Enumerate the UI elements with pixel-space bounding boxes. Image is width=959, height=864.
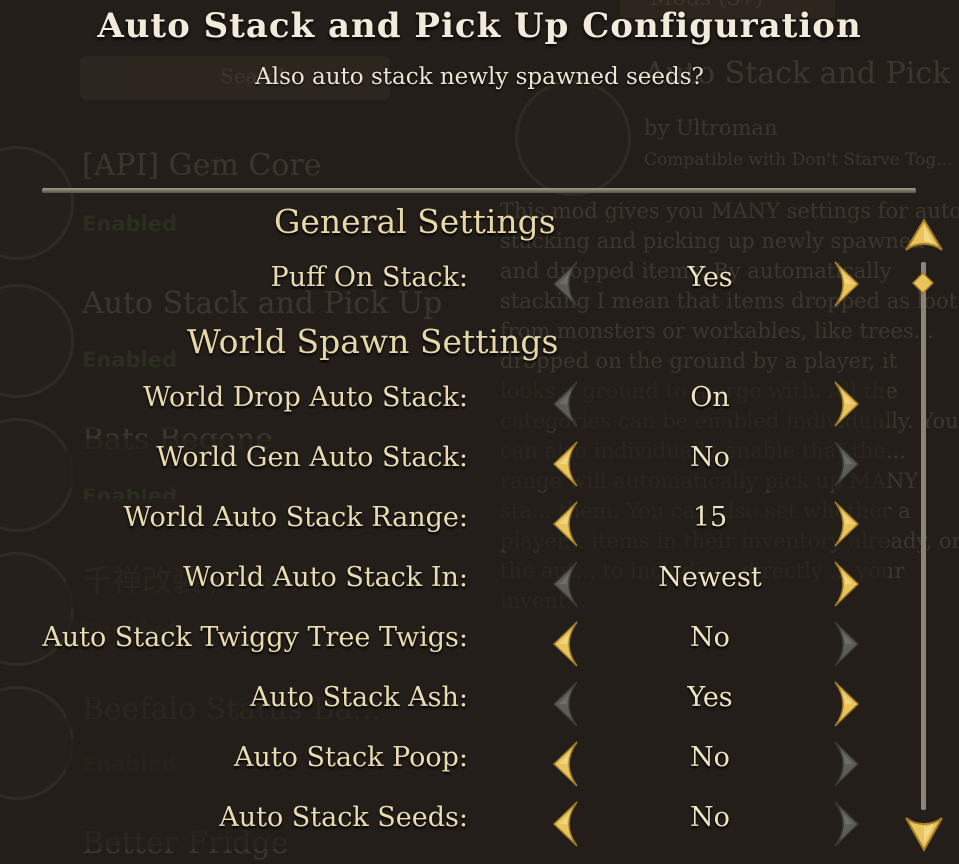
option-row: World Drop Auto Stack: On (0, 375, 900, 431)
chevron-up-icon (905, 218, 943, 251)
chevron-left-icon (552, 381, 578, 427)
chevron-left-icon (552, 561, 578, 607)
option-prev-button[interactable] (550, 439, 580, 489)
option-value: Newest (658, 562, 762, 593)
option-next-button[interactable] (832, 679, 862, 729)
chevron-right-icon (834, 501, 860, 547)
option-label: Auto Stack Ash: (250, 682, 468, 713)
option-row: World Gen Auto Stack: No (0, 435, 900, 491)
chevron-left-icon (552, 441, 578, 487)
chevron-right-icon (834, 561, 860, 607)
scrollbar-thumb[interactable] (911, 271, 935, 295)
chevron-right-icon (834, 441, 860, 487)
chevron-right-icon (834, 621, 860, 667)
option-value: No (690, 742, 730, 773)
option-row: World Auto Stack Range: 15 (0, 495, 900, 551)
option-label: Puff On Stack: (270, 262, 468, 293)
option-value: Yes (687, 682, 733, 713)
section-header-general: General Settings (274, 202, 556, 241)
option-label: World Auto Stack Range: (123, 502, 468, 533)
option-next-button[interactable] (832, 799, 862, 849)
option-prev-button[interactable] (550, 679, 580, 729)
chevron-right-icon (834, 801, 860, 847)
dialog-title: Auto Stack and Pick Up Configuration (97, 6, 862, 46)
scroll-up-button[interactable] (904, 218, 944, 256)
option-prev-button[interactable] (550, 499, 580, 549)
option-label: World Auto Stack In: (183, 562, 468, 593)
chevron-left-icon (552, 501, 578, 547)
chevron-down-icon (905, 817, 943, 853)
option-label: World Gen Auto Stack: (156, 442, 468, 473)
chevron-right-icon (834, 741, 860, 787)
option-row: Auto Stack Twiggy Tree Twigs: No (0, 615, 900, 671)
chevron-right-icon (834, 681, 860, 727)
option-value: 15 (692, 502, 728, 533)
option-row: Auto Stack Poop: No (0, 735, 900, 791)
section-header-world-spawn: World Spawn Settings (187, 322, 559, 361)
scrollbar-track[interactable] (921, 262, 926, 810)
option-row: Auto Stack Ash: Yes (0, 675, 900, 731)
option-value: On (690, 382, 730, 413)
option-value: No (690, 802, 730, 833)
option-prev-button[interactable] (550, 379, 580, 429)
chevron-left-icon (552, 261, 578, 307)
header-divider (42, 188, 916, 193)
chevron-right-icon (834, 381, 860, 427)
option-prev-button[interactable] (550, 739, 580, 789)
option-next-button[interactable] (832, 739, 862, 789)
chevron-left-icon (552, 741, 578, 787)
option-next-button[interactable] (832, 559, 862, 609)
option-next-button[interactable] (832, 619, 862, 669)
option-row: Auto Stack Seeds: No (0, 795, 900, 851)
option-hover-description: Also auto stack newly spawned seeds? (255, 64, 704, 90)
option-next-button[interactable] (832, 379, 862, 429)
option-label: World Drop Auto Stack: (143, 382, 468, 413)
option-row: Puff On Stack: Yes (0, 255, 900, 311)
option-prev-button[interactable] (550, 799, 580, 849)
option-next-button[interactable] (832, 439, 862, 489)
chevron-right-icon (834, 261, 860, 307)
option-value: No (690, 442, 730, 473)
option-next-button[interactable] (832, 499, 862, 549)
option-label: Auto Stack Twiggy Tree Twigs: (42, 622, 468, 653)
option-prev-button[interactable] (550, 619, 580, 669)
option-prev-button[interactable] (550, 259, 580, 309)
option-value: Yes (687, 262, 733, 293)
option-label: Auto Stack Seeds: (219, 802, 468, 833)
option-value: No (690, 622, 730, 653)
chevron-left-icon (552, 681, 578, 727)
option-label: Auto Stack Poop: (233, 742, 468, 773)
chevron-left-icon (552, 621, 578, 667)
option-row: World Auto Stack In: Newest (0, 555, 900, 611)
option-prev-button[interactable] (550, 559, 580, 609)
option-next-button[interactable] (832, 259, 862, 309)
scroll-down-button[interactable] (904, 812, 944, 853)
chevron-left-icon (552, 801, 578, 847)
